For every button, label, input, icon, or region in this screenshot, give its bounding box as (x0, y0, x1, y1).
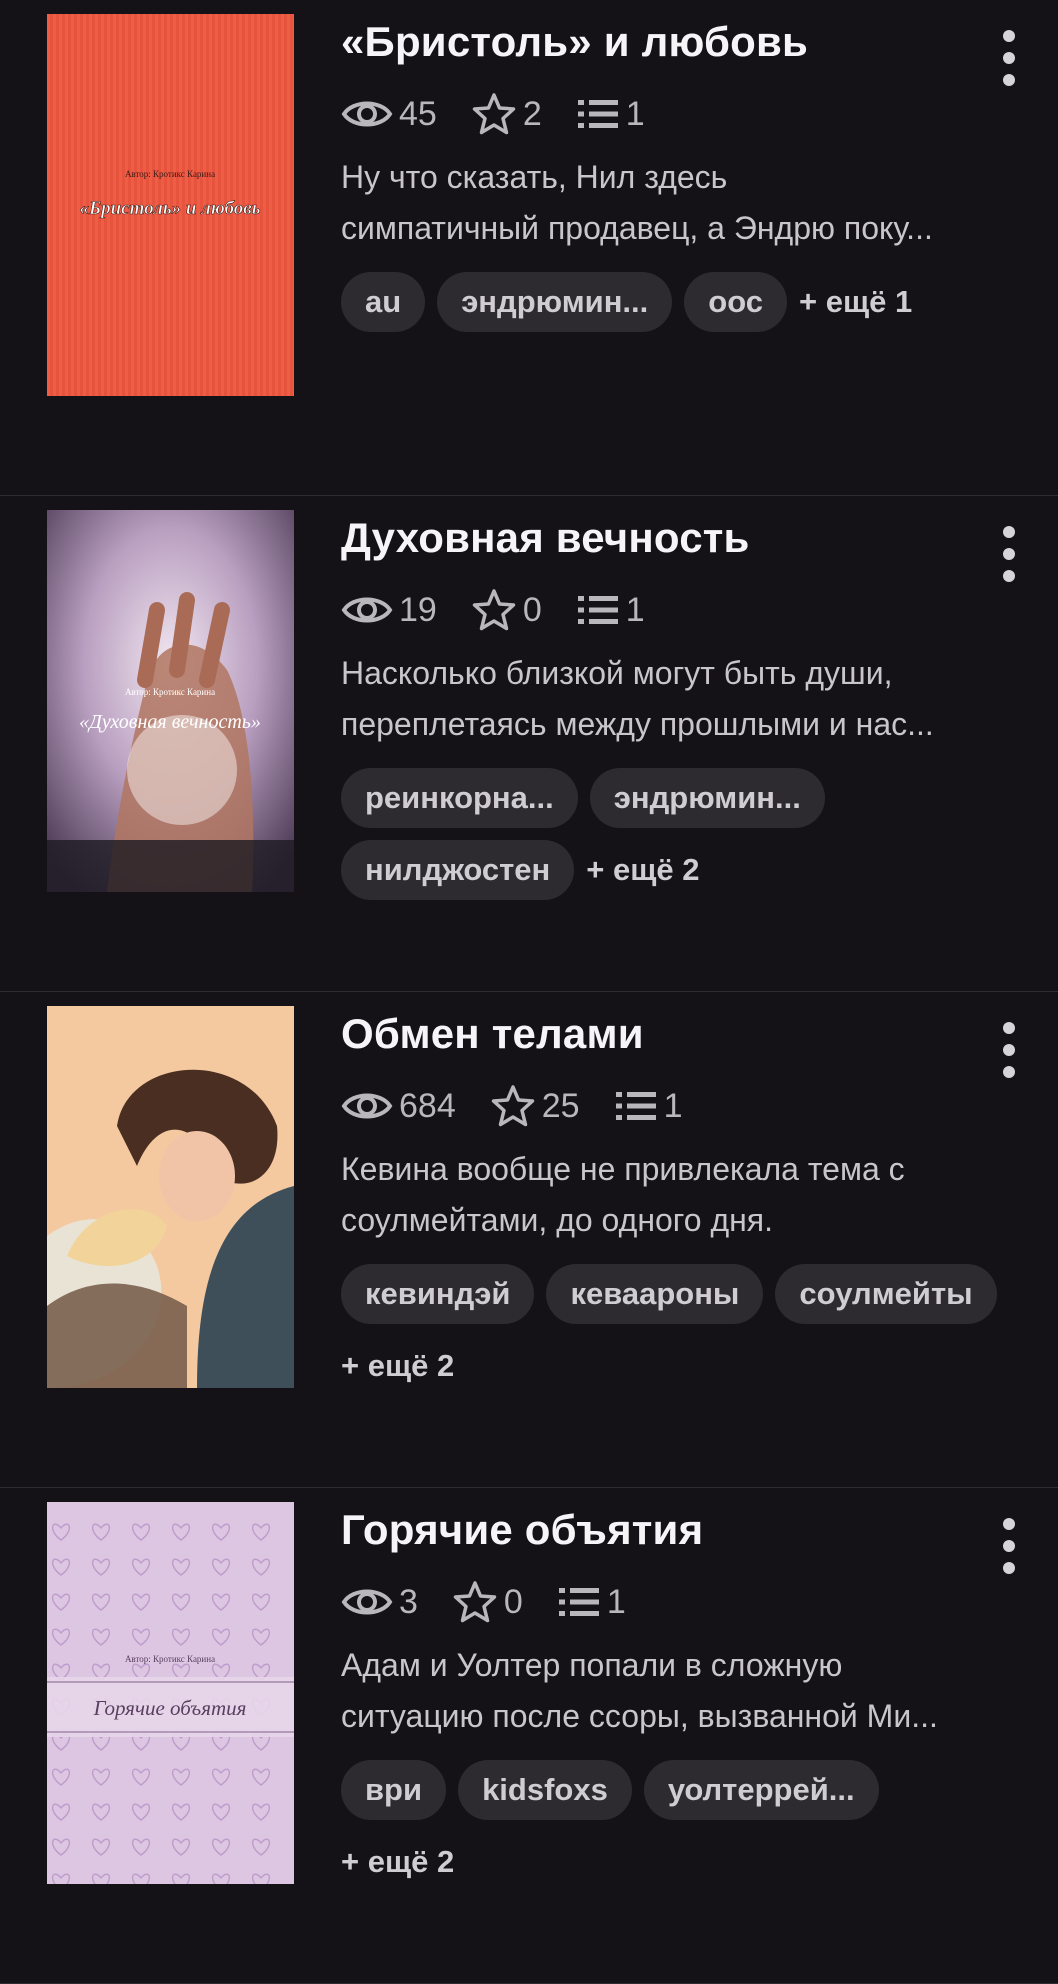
views-stat: 45 (341, 95, 437, 134)
story-description: Адам и Уолтер попали в сложную ситуацию п… (341, 1640, 1016, 1742)
story-card[interactable]: Автор: Кротикс Карина Горячие объятия Го… (0, 1488, 1058, 1984)
story-title[interactable]: Обмен телами (341, 1010, 644, 1058)
story-cover[interactable]: Автор: Кротикс Карина «Бристоль» и любов… (47, 14, 294, 396)
parts-stat: 1 (614, 1086, 683, 1126)
story-card[interactable]: Обмен телами 684 25 1 Кевина вообще не п… (0, 992, 1058, 1488)
story-cover[interactable]: Автор: Кротикс Карина «Духовная вечность… (47, 510, 294, 892)
views-count: 45 (399, 94, 437, 133)
eye-icon (341, 1583, 399, 1621)
description-line: Кевина вообще не привлекала тема с (341, 1151, 905, 1187)
more-tags-link[interactable]: + ещё 2 (341, 1336, 454, 1396)
parts-count: 1 (625, 590, 645, 629)
story-description: Кевина вообще не привлекала тема с соулме… (341, 1144, 1016, 1246)
story-description: Ну что сказать, Нил здесь симпатичный про… (341, 152, 1016, 254)
story-list: Автор: Кротикс Карина «Бристоль» и любов… (0, 0, 1058, 1984)
more-vertical-icon[interactable] (994, 526, 1024, 582)
more-tags-link[interactable]: + ещё 2 (586, 840, 699, 900)
views-stat: 19 (341, 591, 437, 630)
story-stats: 3 0 1 (341, 1580, 660, 1624)
story-stats: 45 2 1 (341, 92, 679, 136)
more-tags-link[interactable]: + ещё 1 (799, 272, 912, 332)
tag-list: au эндрюмин... оос + ещё 1 (341, 272, 1001, 332)
story-title[interactable]: Духовная вечность (341, 514, 750, 562)
tag-chip[interactable]: кевиндэй (341, 1264, 535, 1324)
story-stats: 19 0 1 (341, 588, 679, 632)
list-icon (614, 1089, 664, 1123)
story-card[interactable]: Автор: Кротикс Карина «Духовная вечность… (0, 496, 1058, 992)
more-vertical-icon[interactable] (994, 1518, 1024, 1574)
likes-stat: 0 (471, 588, 542, 632)
cover-title: Горячие объятия (93, 1696, 247, 1720)
cover-title: «Бристоль» и любовь (80, 198, 261, 219)
description-line: ситуацию после ссоры, вызванной Ми... (341, 1698, 938, 1734)
likes-count: 25 (541, 1086, 580, 1125)
likes-stat: 25 (490, 1084, 580, 1128)
tag-list: кевиндэй кеваароны соулмейты + ещё 2 (341, 1264, 1001, 1396)
tag-chip[interactable]: нилджостен (341, 840, 575, 900)
likes-count: 0 (503, 1582, 523, 1621)
parts-count: 1 (606, 1582, 626, 1621)
tag-chip[interactable]: соулмейты (775, 1264, 997, 1324)
cover-author: Автор: Кротикс Карина (125, 1654, 215, 1664)
likes-stat: 2 (471, 92, 542, 136)
more-vertical-icon[interactable] (994, 1022, 1024, 1078)
description-line: соулмейтами, до одного дня. (341, 1202, 773, 1238)
description-line: Насколько близкой могут быть души, (341, 655, 893, 691)
more-vertical-icon[interactable] (994, 30, 1024, 86)
tag-chip[interactable]: оос (684, 272, 787, 332)
views-stat: 3 (341, 1583, 418, 1622)
story-cover[interactable] (47, 1006, 294, 1388)
tag-chip[interactable]: эндрюмин... (589, 768, 825, 828)
star-icon (490, 1084, 542, 1128)
tag-chip[interactable]: ври (341, 1760, 447, 1820)
parts-count: 1 (625, 94, 645, 133)
views-count: 3 (399, 1582, 418, 1621)
story-card[interactable]: Автор: Кротикс Карина «Бристоль» и любов… (0, 0, 1058, 496)
views-count: 19 (399, 590, 437, 629)
story-description: Насколько близкой могут быть души, перепл… (341, 648, 1016, 750)
parts-stat: 1 (557, 1583, 626, 1622)
tag-chip[interactable]: реинкорна... (341, 768, 578, 828)
tag-list: реинкорна... эндрюмин... нилджостен + ещё … (341, 768, 1001, 900)
star-icon (452, 1580, 504, 1624)
likes-count: 2 (522, 94, 542, 133)
tag-chip[interactable]: kidsfoxs (458, 1760, 632, 1820)
eye-icon (341, 1087, 399, 1125)
list-icon (557, 1585, 607, 1619)
tag-chip[interactable]: au (341, 272, 426, 332)
story-title[interactable]: Горячие объятия (341, 1506, 703, 1554)
description-line: Адам и Уолтер попали в сложную (341, 1647, 843, 1683)
parts-stat: 1 (576, 95, 645, 134)
star-icon (471, 92, 523, 136)
tag-chip[interactable]: кеваароны (546, 1264, 764, 1324)
star-icon (471, 588, 523, 632)
cover-title: «Духовная вечность» (79, 711, 261, 733)
cover-author: Автор: Кротикс Карина (125, 687, 215, 697)
description-line: Ну что сказать, Нил здесь (341, 159, 728, 195)
tag-chip[interactable]: эндрюмин... (437, 272, 673, 332)
cover-author: Автор: Кротикс Карина (125, 169, 215, 179)
story-stats: 684 25 1 (341, 1084, 716, 1128)
views-stat: 684 (341, 1087, 456, 1126)
views-count: 684 (399, 1086, 456, 1125)
description-line: симпатичный продавец, а Эндрю поку... (341, 210, 933, 246)
story-cover[interactable]: Автор: Кротикс Карина Горячие объятия (47, 1502, 294, 1884)
story-title[interactable]: «Бристоль» и любовь (341, 18, 808, 66)
more-tags-link[interactable]: + ещё 2 (341, 1832, 454, 1892)
likes-count: 0 (522, 590, 542, 629)
list-icon (576, 593, 626, 627)
parts-count: 1 (663, 1086, 683, 1125)
likes-stat: 0 (452, 1580, 523, 1624)
eye-icon (341, 591, 399, 629)
eye-icon (341, 95, 399, 133)
parts-stat: 1 (576, 591, 645, 630)
list-icon (576, 97, 626, 131)
tag-list: ври kidsfoxs уолтеррей... + ещё 2 (341, 1760, 1001, 1892)
description-line: переплетаясь между прошлыми и нас... (341, 706, 934, 742)
tag-chip[interactable]: уолтеррей... (643, 1760, 879, 1820)
